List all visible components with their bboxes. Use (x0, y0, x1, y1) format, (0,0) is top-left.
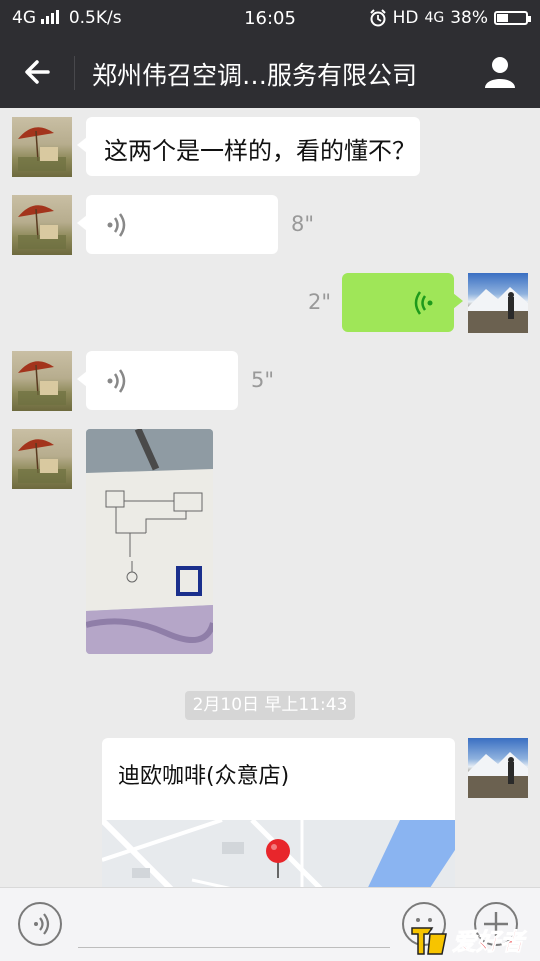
image-message[interactable] (86, 429, 213, 654)
voice-message-bubble-sent[interactable] (342, 273, 463, 332)
contact-avatar[interactable] (12, 429, 72, 489)
my-avatar[interactable] (468, 738, 528, 798)
voice-wave-icon (414, 291, 433, 315)
contact-avatar[interactable] (12, 195, 72, 255)
voice-wave-icon (107, 369, 126, 393)
location-card[interactable]: 迪欧咖啡(众意店) (102, 738, 455, 898)
my-avatar[interactable] (468, 273, 528, 333)
title-bar: 郑州伟召空调…服务有限公司 (0, 36, 540, 108)
battery-percent: 38% (450, 8, 488, 28)
back-arrow-icon[interactable] (20, 54, 56, 90)
title-divider (74, 56, 75, 90)
watermark-logo: 爱好者 (411, 927, 527, 956)
message-text: 这两个是一样的，看的懂不？ (104, 137, 416, 165)
status-right: HD 4G 38% (369, 8, 531, 28)
contact-avatar[interactable] (12, 117, 72, 177)
watermark-text: 爱好者 (452, 928, 527, 956)
map-pin-icon (266, 839, 290, 878)
wiring-sketch-image (86, 429, 213, 654)
network-indicator-2: 4G (424, 10, 445, 26)
voice-duration: 8" (291, 212, 315, 236)
person-icon[interactable] (482, 54, 518, 90)
voice-duration: 5" (251, 368, 275, 392)
chat-title: 郑州伟召空调…服务有限公司 (92, 61, 418, 90)
location-name: 迪欧咖啡(众意店) (118, 764, 290, 789)
voice-input-button[interactable] (18, 902, 62, 946)
status-bar: 4G 0.5K/s 16:05 HD 4G 38% (0, 0, 540, 36)
hd-label: HD (392, 8, 419, 28)
contact-avatar[interactable] (12, 351, 72, 411)
umbrella-icon (18, 205, 66, 249)
voice-duration: 2" (308, 290, 332, 314)
timestamp-chip: 2月10日 早上11:43 (185, 691, 355, 720)
message-input[interactable] (78, 947, 390, 948)
voice-icon (34, 913, 50, 935)
umbrella-icon (18, 127, 66, 171)
battery-icon (494, 11, 531, 25)
umbrella-icon (18, 361, 66, 405)
voice-wave-icon (107, 213, 126, 237)
voice-message-bubble[interactable] (77, 195, 278, 254)
mountain-icon (468, 752, 528, 798)
alarm-icon (369, 9, 386, 27)
voice-message-bubble[interactable] (77, 351, 238, 410)
umbrella-icon (18, 439, 66, 483)
mountain-icon (468, 287, 528, 333)
message-bubble[interactable]: 这两个是一样的，看的懂不？ (77, 117, 420, 176)
